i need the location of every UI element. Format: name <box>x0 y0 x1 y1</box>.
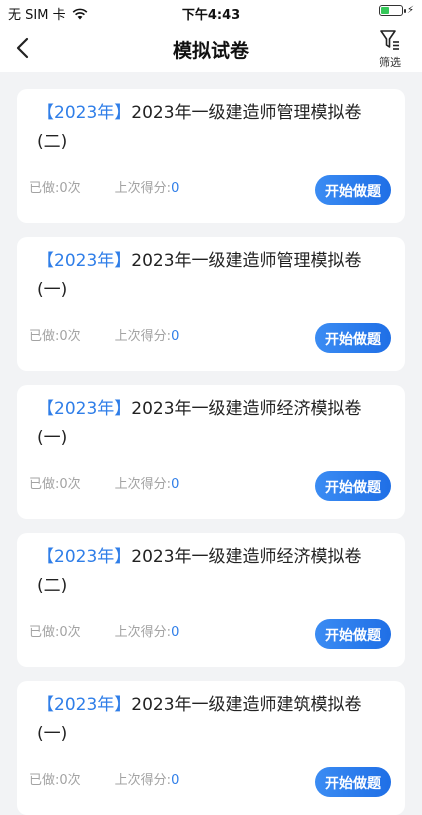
filter-icon <box>380 30 399 50</box>
paper-subtitle: (一) <box>37 724 68 744</box>
score-label: 上次得分: <box>114 477 172 492</box>
done-value: 0次 <box>59 329 81 344</box>
done-label: 已做: <box>29 477 60 492</box>
filter-button[interactable]: 筛选 <box>370 28 410 70</box>
done-count: 已做:0次 <box>29 473 81 492</box>
paper-meta: 已做:0次 上次得分:0 <box>29 177 179 196</box>
paper-card[interactable]: 【2023年】2023年一级建造师建筑模拟卷 (一) 已做:0次 上次得分:0 … <box>17 681 405 815</box>
paper-card[interactable]: 【2023年】2023年一级建造师经济模拟卷 (二) 已做:0次 上次得分:0 … <box>17 533 405 667</box>
start-button[interactable]: 开始做题 <box>315 323 391 353</box>
done-value: 0次 <box>59 625 81 640</box>
paper-card[interactable]: 【2023年】2023年一级建造师管理模拟卷 (一) 已做:0次 上次得分:0 … <box>17 237 405 371</box>
done-label: 已做: <box>29 625 60 640</box>
paper-card[interactable]: 【2023年】2023年一级建造师管理模拟卷 (二) 已做:0次 上次得分:0 … <box>17 89 405 223</box>
paper-name: 2023年一级建造师管理模拟卷 <box>131 251 362 271</box>
paper-meta: 已做:0次 上次得分:0 <box>29 473 179 492</box>
status-bar: 无 SIM 卡 下午4:43 ⚡ <box>0 0 422 24</box>
paper-meta: 已做:0次 上次得分:0 <box>29 769 179 788</box>
paper-title: 【2023年】2023年一级建造师经济模拟卷 (一) <box>37 395 387 453</box>
paper-name: 2023年一级建造师建筑模拟卷 <box>131 695 362 715</box>
battery-level <box>380 7 389 14</box>
battery-icon <box>378 5 406 16</box>
start-button[interactable]: 开始做题 <box>315 175 391 205</box>
done-label: 已做: <box>29 329 60 344</box>
done-value: 0次 <box>59 477 81 492</box>
score-label: 上次得分: <box>114 773 172 788</box>
done-label: 已做: <box>29 181 60 196</box>
paper-title: 【2023年】2023年一级建造师管理模拟卷 (二) <box>37 99 387 157</box>
score-value: 0 <box>171 625 180 640</box>
score-value: 0 <box>171 181 180 196</box>
paper-subtitle: (二) <box>37 576 68 596</box>
last-score: 上次得分:0 <box>115 769 180 788</box>
done-count: 已做:0次 <box>29 769 81 788</box>
filter-label: 筛选 <box>379 56 401 69</box>
charging-icon: ⚡ <box>406 5 414 16</box>
page-title: 模拟试卷 <box>172 40 249 62</box>
year-tag: 【2023年】 <box>37 547 132 567</box>
done-count: 已做:0次 <box>29 325 81 344</box>
score-value: 0 <box>171 773 180 788</box>
score-value: 0 <box>171 329 180 344</box>
last-score: 上次得分:0 <box>115 177 180 196</box>
score-label: 上次得分: <box>114 181 172 196</box>
start-button[interactable]: 开始做题 <box>315 471 391 501</box>
year-tag: 【2023年】 <box>37 399 132 419</box>
paper-card[interactable]: 【2023年】2023年一级建造师经济模拟卷 (一) 已做:0次 上次得分:0 … <box>17 385 405 519</box>
paper-meta: 已做:0次 上次得分:0 <box>29 621 179 640</box>
done-label: 已做: <box>29 773 60 788</box>
battery-group: ⚡ <box>378 5 414 16</box>
paper-name: 2023年一级建造师管理模拟卷 <box>131 103 362 123</box>
done-count: 已做:0次 <box>29 621 81 640</box>
paper-subtitle: (二) <box>37 132 68 152</box>
paper-subtitle: (一) <box>37 428 68 448</box>
paper-title: 【2023年】2023年一级建造师经济模拟卷 (二) <box>37 543 387 601</box>
clock: 下午4:43 <box>181 8 241 23</box>
score-label: 上次得分: <box>114 625 172 640</box>
done-value: 0次 <box>59 773 81 788</box>
done-count: 已做:0次 <box>29 177 81 196</box>
paper-title: 【2023年】2023年一级建造师建筑模拟卷 (一) <box>37 691 387 749</box>
paper-subtitle: (一) <box>37 280 68 300</box>
last-score: 上次得分:0 <box>115 621 180 640</box>
year-tag: 【2023年】 <box>37 695 132 715</box>
last-score: 上次得分:0 <box>115 325 180 344</box>
year-tag: 【2023年】 <box>37 103 132 123</box>
year-tag: 【2023年】 <box>37 251 132 271</box>
score-label: 上次得分: <box>114 329 172 344</box>
done-value: 0次 <box>59 181 81 196</box>
nav-bar: 模拟试卷 筛选 <box>0 24 422 72</box>
last-score: 上次得分:0 <box>115 473 180 492</box>
start-button[interactable]: 开始做题 <box>315 767 391 797</box>
score-value: 0 <box>171 477 180 492</box>
start-button[interactable]: 开始做题 <box>315 619 391 649</box>
paper-name: 2023年一级建造师经济模拟卷 <box>131 547 362 567</box>
paper-name: 2023年一级建造师经济模拟卷 <box>131 399 362 419</box>
paper-title: 【2023年】2023年一级建造师管理模拟卷 (一) <box>37 247 387 305</box>
paper-meta: 已做:0次 上次得分:0 <box>29 325 179 344</box>
